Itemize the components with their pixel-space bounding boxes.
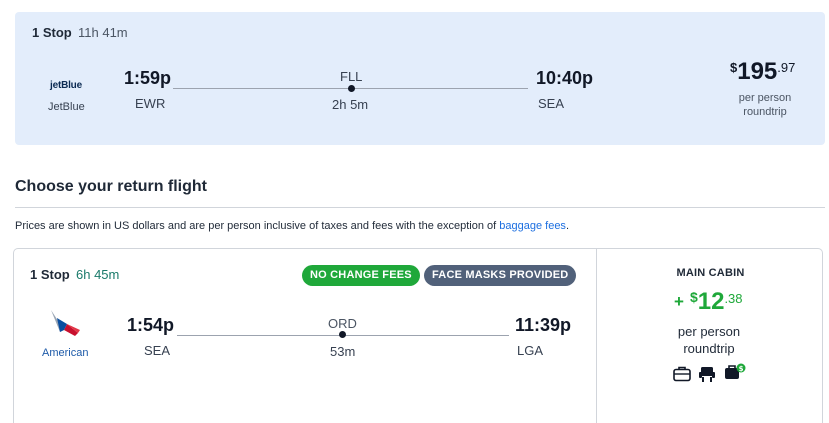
return-price[interactable]: + $12.38: [674, 288, 743, 316]
outbound-price-cents: .97: [777, 60, 796, 75]
face-masks-badge: FACE MASKS PROVIDED: [424, 265, 577, 286]
outbound-depart-time: 1:59p: [124, 68, 172, 88]
return-price-whole: 12: [697, 288, 725, 315]
return-arrive-time: 11:39p: [515, 315, 572, 335]
return-flight-card[interactable]: 1 Stop 6h 45m NO CHANGE FEES FACE MASKS …: [13, 248, 823, 423]
outbound-price-currency: $: [730, 60, 738, 75]
outbound-stops: 1 Stop: [32, 25, 72, 40]
outbound-via-airport: FLL: [340, 69, 363, 84]
svg-text:$: $: [739, 365, 744, 373]
outbound-stop-dot: [348, 85, 355, 92]
return-duration: 6h 45m: [76, 267, 120, 282]
return-stop-dot: [339, 331, 346, 338]
return-price-currency: $: [689, 289, 698, 305]
carry-on-fee-icon: $: [725, 363, 746, 379]
return-price-basis-line2: roundtrip: [683, 341, 735, 356]
outbound-price: $195.97: [730, 58, 795, 86]
return-stops: 1 Stop: [30, 267, 70, 282]
outbound-price-basis-line1: per person: [738, 92, 792, 104]
return-layover: 53m: [330, 344, 356, 359]
section-divider: [15, 207, 825, 208]
outbound-depart-airport: EWR: [135, 96, 166, 111]
outbound-arrive-airport: SEA: [538, 96, 565, 111]
selected-outbound-flight-card[interactable]: 1 Stop 11h 41m jetBlue JetBlue 1:59p EWR…: [15, 12, 825, 145]
outbound-arrive-time: 10:40p: [536, 68, 594, 88]
price-disclaimer-suffix: .: [565, 220, 569, 232]
seat-icon: [699, 367, 715, 382]
return-price-basis-line1: per person: [677, 324, 741, 339]
price-disclaimer: Prices are shown in US dollars and are p…: [15, 220, 569, 232]
outbound-layover: 2h 5m: [332, 97, 369, 112]
return-via-airport: ORD: [328, 316, 357, 331]
outbound-airline-name: JetBlue: [48, 101, 85, 113]
american-airlines-logo-icon: [51, 310, 80, 336]
baggage-fees-link[interactable]: baggage fees: [499, 220, 566, 232]
outbound-price-whole: 195: [737, 58, 778, 85]
return-depart-airport: SEA: [144, 343, 171, 358]
return-arrive-airport: LGA: [517, 343, 544, 358]
page-title: Choose your return flight: [15, 178, 207, 195]
return-depart-time: 1:54p: [127, 315, 175, 335]
outbound-price-basis: per person roundtrip: [720, 91, 810, 119]
return-price-cents: .38: [724, 291, 743, 306]
outbound-price-basis-line2: roundtrip: [743, 106, 787, 118]
checked-bag-icon: [673, 366, 691, 382]
no-change-fees-badge: NO CHANGE FEES: [302, 265, 420, 286]
return-airline-name: American: [42, 347, 89, 359]
price-disclaimer-text: Prices are shown in US dollars and are p…: [15, 220, 500, 232]
cabin-label: MAIN CABIN: [676, 267, 745, 279]
outbound-duration: 11h 41m: [78, 25, 128, 40]
return-price-basis: per person roundtrip: [664, 323, 754, 357]
jetblue-logo: jetBlue: [50, 80, 82, 91]
return-price-prefix: +: [674, 292, 684, 311]
